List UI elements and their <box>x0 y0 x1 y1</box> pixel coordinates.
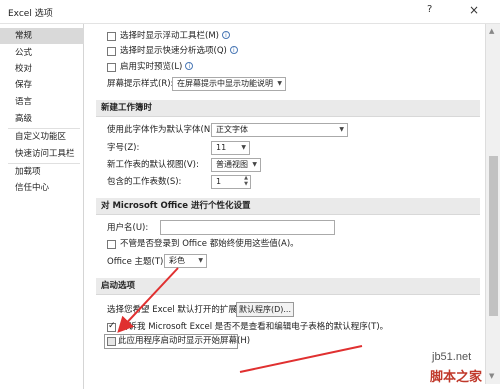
watermark-domain: jb51.net <box>432 351 472 363</box>
annotation-arrows <box>117 267 363 373</box>
red-arrow-icon <box>117 267 179 333</box>
red-arrow-icon <box>239 345 363 373</box>
watermark-site-name: 脚本之家 <box>430 370 483 385</box>
